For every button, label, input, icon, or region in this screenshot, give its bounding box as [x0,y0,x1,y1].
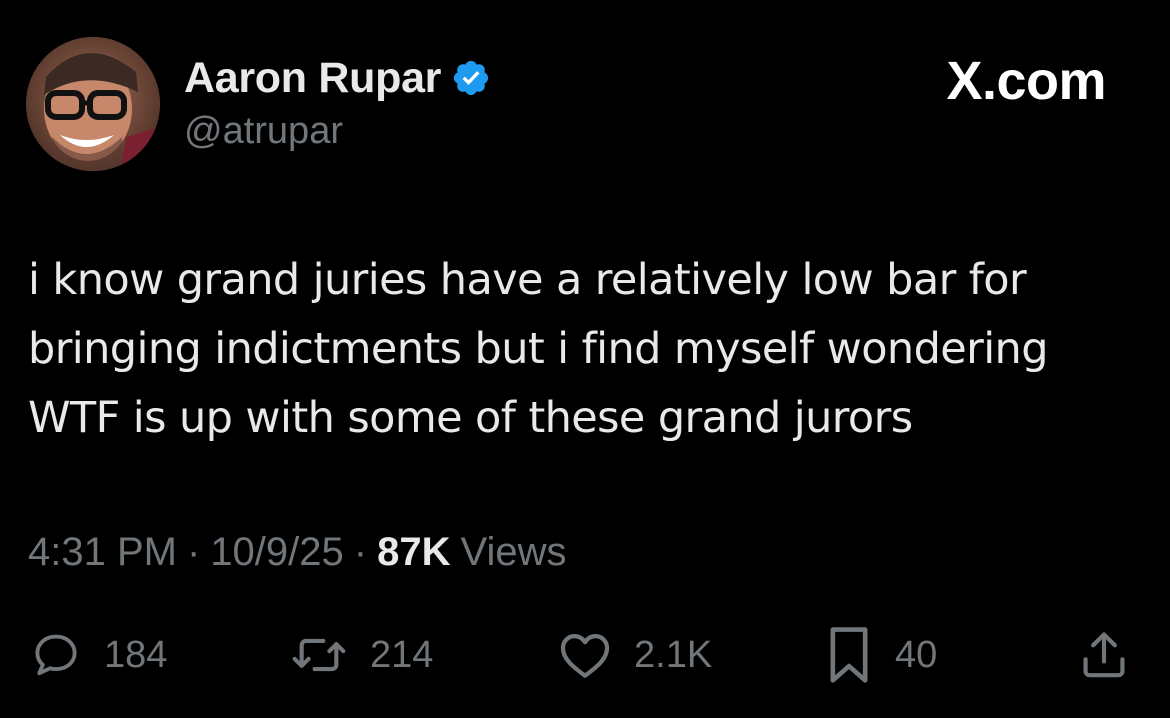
repost-arrows-icon [292,638,346,672]
like-count: 2.1K [634,633,713,676]
tweet-text-line: WTF is up with some of these grand juror… [28,393,913,443]
bookmark-icon [830,627,868,683]
display-name[interactable]: Aaron Rupar [184,54,441,103]
meta-separator: · [186,530,201,574]
share-button[interactable] [1078,625,1130,685]
repost-count: 214 [370,633,434,676]
bookmark-button[interactable]: 40 [825,625,937,685]
repost-button[interactable]: 214 [290,625,433,685]
tweet-time[interactable]: 4:31 PM [28,530,177,575]
tweet-text-line: bringing indictments but i find myself w… [28,324,1049,374]
reply-button[interactable]: 184 [30,625,167,685]
avatar[interactable] [26,37,160,171]
heart-icon [560,633,610,678]
handle[interactable]: @atrupar [184,110,491,153]
reply-count: 184 [104,633,168,676]
name-row: Aaron Rupar [184,50,491,106]
avatar-image [26,37,160,171]
tweet-text: i know grand juries have a relatively lo… [28,246,1138,453]
like-button[interactable]: 2.1K [558,625,712,685]
tweet-card: Aaron Rupar @atrupar X.com i know grand … [0,0,1170,718]
brand-logo: X.com [946,51,1106,111]
meta-separator: · [353,530,368,574]
user-block: Aaron Rupar @atrupar [184,50,491,153]
bookmark-count: 40 [895,633,938,676]
verified-badge-icon[interactable] [451,58,491,98]
tweet-date[interactable]: 10/9/25 [210,530,343,575]
views-count: 87K [377,530,451,574]
views-label: Views [460,530,567,574]
speech-bubble-icon [35,634,77,676]
share-upload-icon [1083,632,1125,678]
tweet-text-line: i know grand juries have a relatively lo… [28,255,1027,305]
tweet-meta: 4:31 PM · 10/9/25 · 87K Views [28,530,566,575]
